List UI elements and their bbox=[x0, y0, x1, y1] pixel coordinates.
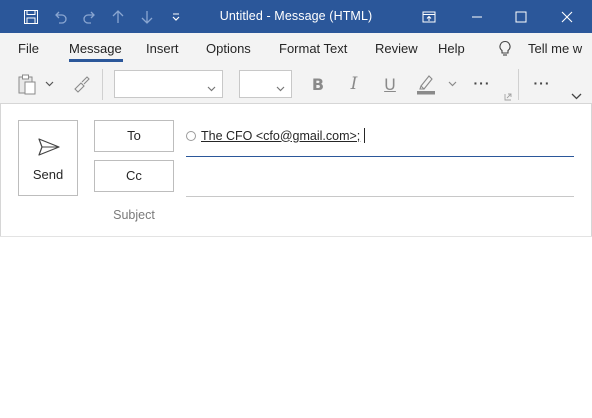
cc-field-underline bbox=[186, 196, 574, 197]
tell-me-search[interactable]: Tell me w bbox=[528, 41, 592, 56]
subject-label: Subject bbox=[113, 208, 155, 222]
chevron-down-icon bbox=[207, 80, 216, 95]
save-icon[interactable] bbox=[18, 0, 44, 33]
to-input[interactable]: The CFO <cfo@gmail.com>; bbox=[186, 128, 366, 143]
font-name-dropdown[interactable] bbox=[114, 70, 223, 98]
chevron-down-icon bbox=[276, 80, 285, 95]
window-title: Untitled - Message (HTML) bbox=[219, 9, 373, 23]
tab-insert[interactable]: Insert bbox=[146, 41, 179, 56]
lightbulb-icon bbox=[498, 40, 512, 61]
redo-icon[interactable] bbox=[78, 0, 100, 33]
collapse-ribbon-icon[interactable] bbox=[569, 91, 583, 101]
cc-input[interactable] bbox=[186, 168, 574, 188]
ribbon-toolbar: B I U ··· ··· bbox=[0, 65, 592, 104]
toolbar-separator bbox=[102, 69, 103, 100]
dialog-launcher-icon[interactable] bbox=[503, 93, 513, 101]
send-icon bbox=[37, 137, 61, 160]
minimize-icon[interactable] bbox=[462, 0, 492, 33]
italic-icon[interactable]: I bbox=[342, 72, 366, 96]
highlight-icon[interactable] bbox=[413, 70, 439, 98]
more-commands-icon[interactable]: ··· bbox=[528, 71, 556, 95]
to-button[interactable]: To bbox=[94, 120, 174, 152]
presence-status-icon bbox=[186, 130, 196, 141]
maximize-icon[interactable] bbox=[506, 0, 536, 33]
paste-icon[interactable] bbox=[14, 71, 40, 97]
bold-icon[interactable]: B bbox=[306, 72, 330, 96]
tab-options[interactable]: Options bbox=[206, 41, 251, 56]
close-icon[interactable] bbox=[552, 0, 582, 33]
title-bar: Untitled - Message (HTML) bbox=[0, 0, 592, 33]
previous-item-icon[interactable] bbox=[108, 0, 128, 33]
highlight-dropdown-chevron-icon[interactable] bbox=[446, 77, 458, 91]
restore-window-icon[interactable] bbox=[418, 0, 440, 33]
text-cursor bbox=[364, 128, 366, 143]
tab-format-text[interactable]: Format Text bbox=[279, 41, 347, 56]
tab-file[interactable]: File bbox=[18, 41, 39, 56]
toolbar-separator bbox=[518, 69, 519, 100]
tab-review[interactable]: Review bbox=[375, 41, 418, 56]
subject-input[interactable] bbox=[186, 206, 574, 226]
to-field-underline bbox=[186, 156, 574, 157]
paste-dropdown-chevron-icon[interactable] bbox=[43, 77, 55, 91]
tab-help[interactable]: Help bbox=[438, 41, 465, 56]
more-icon[interactable]: ··· bbox=[468, 71, 496, 95]
recipient-chip[interactable]: The CFO <cfo@gmail.com>; bbox=[201, 129, 360, 143]
active-tab-indicator bbox=[69, 59, 123, 62]
undo-icon[interactable] bbox=[50, 0, 72, 33]
customize-toolbar-icon[interactable] bbox=[167, 0, 185, 33]
send-button[interactable]: Send bbox=[18, 120, 78, 196]
cc-button[interactable]: Cc bbox=[94, 160, 174, 192]
format-painter-icon[interactable] bbox=[70, 73, 92, 95]
send-label: Send bbox=[32, 167, 64, 182]
underline-icon[interactable]: U bbox=[378, 72, 402, 96]
message-body[interactable] bbox=[0, 237, 592, 418]
next-item-icon[interactable] bbox=[137, 0, 157, 33]
font-size-dropdown[interactable] bbox=[239, 70, 292, 98]
tab-message[interactable]: Message bbox=[69, 41, 122, 56]
